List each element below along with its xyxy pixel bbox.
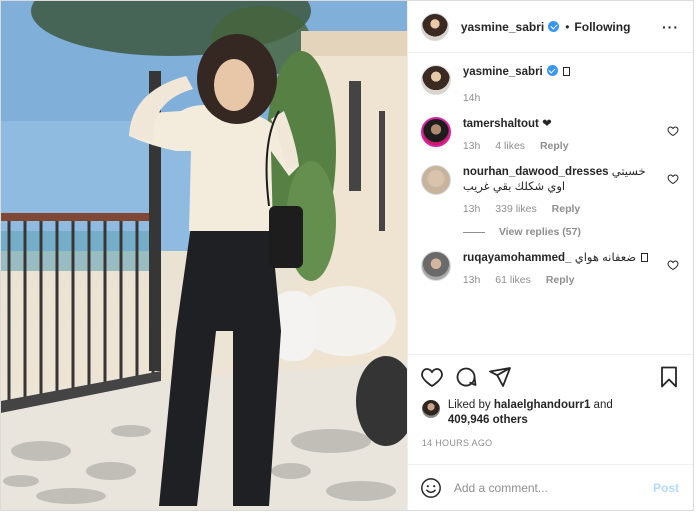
liker-avatar[interactable]	[421, 400, 440, 418]
comment-text: ❤	[542, 118, 552, 130]
likes-connector: and	[590, 399, 613, 411]
liker-username[interactable]: halaelghandourr1	[494, 399, 591, 411]
more-options-icon[interactable]: ···	[662, 19, 679, 35]
comment-likes[interactable]: 61 likes	[495, 274, 531, 286]
verified-badge-icon	[546, 65, 558, 76]
comment-avatar[interactable]	[420, 117, 451, 147]
verified-badge-icon	[548, 21, 560, 32]
view-replies-button[interactable]: View replies (57)	[462, 226, 679, 238]
following-button[interactable]: Following	[574, 20, 630, 34]
heart-icon[interactable]	[667, 259, 679, 271]
post-timestamp[interactable]: 14 HOURS AGO	[408, 434, 693, 464]
caption-username[interactable]: yasmine_sabri	[463, 66, 543, 78]
heart-icon[interactable]	[667, 173, 679, 185]
instagram-post: yasmine_sabri • Following ··· yasmine_sa…	[0, 0, 694, 511]
paper-plane-icon[interactable]	[488, 365, 512, 389]
comment-item: nourhan_dawood_dresses خسيتي اوي شكلك بق…	[420, 165, 679, 215]
emoji-glyph-icon	[562, 67, 570, 76]
photo-illustration	[1, 1, 407, 510]
caption-avatar[interactable]	[420, 65, 451, 95]
emoji-glyph-icon	[641, 253, 649, 262]
view-replies-line	[462, 231, 485, 233]
likes-count-button[interactable]: 409,946 others	[448, 414, 528, 426]
smiley-icon[interactable]	[420, 477, 442, 499]
comment-item: ruqayamohammed_ ضعفانه هواي 13h 61 likes…	[420, 251, 679, 286]
comments-section[interactable]: yasmine_sabri 14h tamershaltout ❤ 13h 4 …	[408, 53, 693, 354]
reply-button[interactable]: Reply	[540, 140, 569, 152]
post-photo[interactable]	[1, 1, 407, 510]
comment-input[interactable]	[453, 480, 653, 495]
separator-dot: •	[565, 19, 570, 34]
author-avatar[interactable]	[420, 12, 449, 41]
bookmark-icon[interactable]	[657, 365, 681, 389]
heart-icon[interactable]	[667, 125, 679, 137]
reply-button[interactable]: Reply	[552, 203, 581, 215]
comment-time: 13h	[462, 203, 481, 215]
post-header: yasmine_sabri • Following ···	[407, 1, 693, 53]
likes-summary: Liked by halaelghandourr1 and 409,946 ot…	[408, 398, 693, 434]
comment-icon[interactable]	[454, 365, 478, 389]
post-side-panel: yasmine_sabri • Following ··· yasmine_sa…	[406, 1, 693, 510]
reply-button[interactable]: Reply	[546, 274, 575, 286]
caption-time: 14h	[462, 92, 481, 104]
likes-prefix: Liked by	[447, 399, 494, 411]
comment-avatar[interactable]	[420, 165, 451, 195]
comment-likes[interactable]: 4 likes	[495, 140, 525, 152]
comment-avatar[interactable]	[420, 251, 451, 281]
caption: yasmine_sabri 14h	[420, 65, 679, 104]
action-bar	[407, 354, 693, 398]
add-comment-bar: Post	[407, 464, 693, 510]
comment-time: 13h	[462, 274, 481, 286]
post-comment-button[interactable]: Post	[653, 481, 679, 495]
comment-username[interactable]: tamershaltout	[463, 118, 539, 130]
comment-item: tamershaltout ❤ 13h 4 likes Reply	[420, 117, 679, 152]
comment-text: ضعفانه هواي	[574, 252, 637, 264]
comment-username[interactable]: ruqayamohammed_	[463, 252, 572, 264]
view-replies-label: View replies (57)	[498, 226, 581, 238]
comment-likes[interactable]: 339 likes	[495, 203, 536, 215]
heart-icon[interactable]	[420, 365, 444, 389]
author-username[interactable]: yasmine_sabri	[461, 20, 544, 34]
comment-username[interactable]: nourhan_dawood_dresses	[463, 166, 609, 178]
comment-time: 13h	[462, 140, 481, 152]
